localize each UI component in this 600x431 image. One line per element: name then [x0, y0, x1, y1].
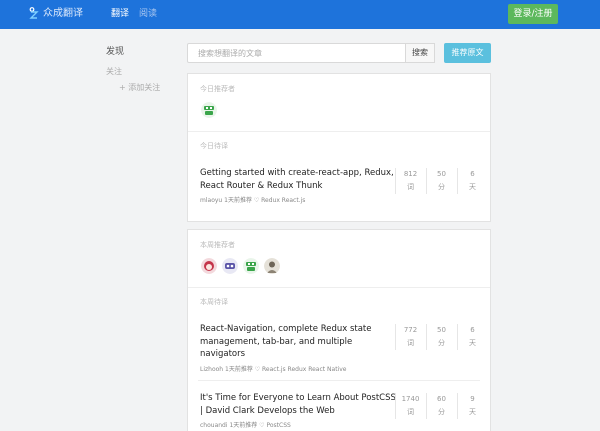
search-button[interactable]: 搜索: [405, 43, 435, 63]
avatar[interactable]: [243, 258, 259, 274]
robot-avatar-icon: [243, 258, 259, 274]
divider: [198, 380, 480, 381]
week-translations-label: 本周待译: [200, 298, 228, 306]
login-register-button[interactable]: 登录/注册: [508, 4, 558, 24]
score: 50 分: [426, 168, 456, 194]
divider: [188, 287, 490, 288]
week-recommenders-label: 本周推荐者: [200, 241, 235, 249]
logo-icon: [29, 7, 39, 19]
nav-translate[interactable]: 翻译: [111, 8, 129, 20]
avatar[interactable]: [201, 102, 217, 118]
search-input[interactable]: [187, 43, 406, 63]
article-meta: chouandi 1天前推荐 ♡ PostCSS: [200, 422, 291, 429]
mascot-avatar-icon: [222, 258, 238, 274]
person-avatar-icon: [264, 258, 280, 274]
logo-text: 众成翻译: [43, 8, 83, 19]
article-title[interactable]: React-Navigation, complete Redux state m…: [200, 323, 396, 361]
today-card: 今日推荐者 今日待译 Getting started with create-r…: [187, 73, 491, 222]
article-title[interactable]: It's Time for Everyone to Learn About Po…: [200, 392, 396, 417]
article-title[interactable]: Getting started with create-react-app, R…: [200, 167, 396, 192]
today-translations-label: 今日待译: [200, 142, 228, 150]
girl-avatar-icon: [201, 258, 217, 274]
robot-avatar-icon: [201, 102, 217, 118]
days-count: 9天: [457, 393, 487, 419]
avatar[interactable]: [201, 258, 217, 274]
nav-read[interactable]: 阅读: [139, 8, 157, 20]
avatar[interactable]: [222, 258, 238, 274]
word-count: 772 词: [395, 324, 425, 350]
divider: [188, 131, 490, 132]
recommend-article-button[interactable]: 推荐原文: [444, 43, 491, 63]
word-count: 812 词: [395, 168, 425, 194]
score: 50 分: [426, 324, 456, 350]
today-recommenders-label: 今日推荐者: [200, 85, 235, 93]
days-count: 6天: [457, 324, 487, 350]
score: 60 分: [426, 393, 456, 419]
avatar[interactable]: [264, 258, 280, 274]
add-follow-link[interactable]: + 添加关注: [119, 82, 160, 93]
logo[interactable]: 众成翻译: [29, 7, 83, 20]
sidebar-item-discover[interactable]: 发现: [106, 44, 124, 57]
article-meta: mlaoyu 1天前推荐 ♡ Redux React.js: [200, 197, 306, 204]
days-count: 6天: [457, 168, 487, 194]
week-card: 本周推荐者 本周待译 React-Navigation, complete Re…: [187, 229, 491, 431]
word-count: 1740 词: [395, 393, 425, 419]
top-navbar: 众成翻译 翻译 阅读 登录/注册: [0, 0, 600, 29]
article-meta: Lizhooh 1天前推荐 ♡ React.js Redux React Nat…: [200, 366, 347, 373]
sidebar-item-follow[interactable]: 关注: [106, 66, 122, 77]
